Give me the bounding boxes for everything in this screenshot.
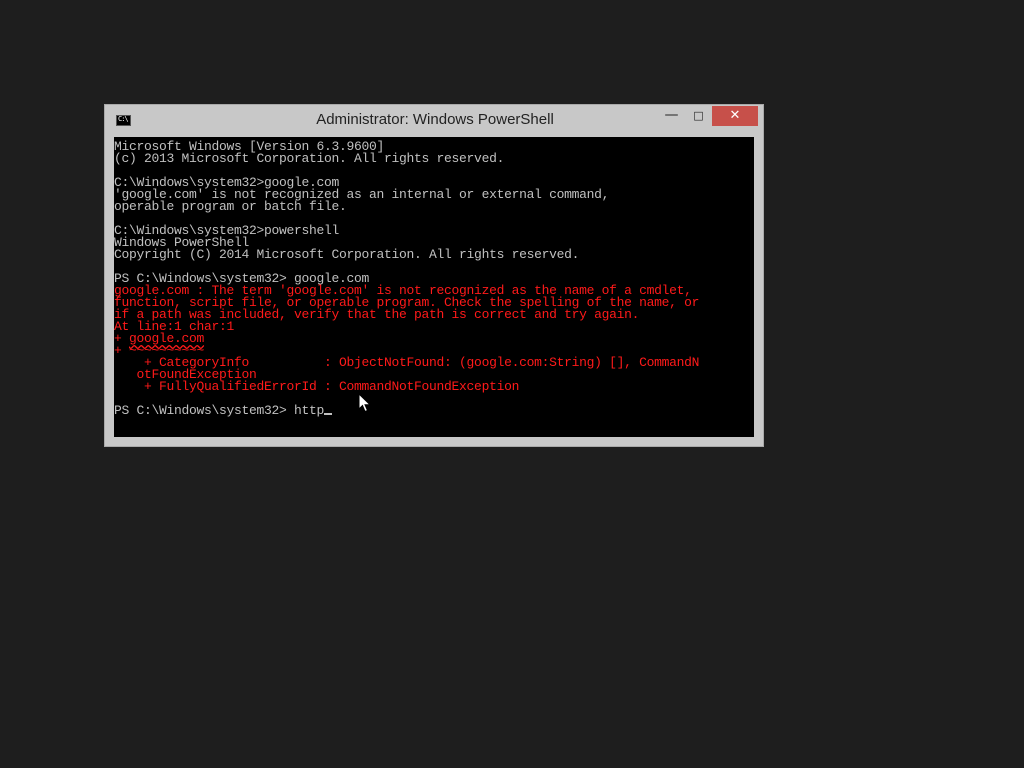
console-line: (c) 2013 Microsoft Corporation. All righ… <box>114 151 505 166</box>
minimize-icon: — <box>664 107 679 123</box>
active-prompt-line[interactable]: PS C:\Windows\system32> http <box>114 403 754 418</box>
error-line: + FullyQualifiedErrorId : CommandNotFoun… <box>114 379 520 394</box>
mouse-arrow-icon <box>358 393 372 413</box>
title-bar[interactable]: C:\ Administrator: Windows PowerShell — … <box>105 105 763 136</box>
close-button[interactable]: ✕ <box>712 106 758 126</box>
console-line: Copyright (C) 2014 Microsoft Corporation… <box>114 247 580 262</box>
console-output-area[interactable]: Microsoft Windows [Version 6.3.9600] (c)… <box>114 137 754 437</box>
console-text: Microsoft Windows [Version 6.3.9600] (c)… <box>114 140 754 418</box>
powershell-window[interactable]: C:\ Administrator: Windows PowerShell — … <box>104 104 764 447</box>
desktop: C:\ Administrator: Windows PowerShell — … <box>0 0 1024 768</box>
prompt-text: PS C:\Windows\system32> <box>114 403 295 418</box>
minimize-button[interactable]: — <box>658 106 685 126</box>
error-line: At line:1 char:1 <box>114 319 235 334</box>
error-line-command: + google.com <box>114 332 754 345</box>
close-icon: ✕ <box>729 108 741 123</box>
maximize-icon: □ <box>693 109 704 122</box>
text-cursor <box>324 413 333 415</box>
console-line: operable program or batch file. <box>114 199 347 214</box>
command-input[interactable]: http <box>294 403 324 418</box>
maximize-button[interactable]: □ <box>685 106 712 126</box>
